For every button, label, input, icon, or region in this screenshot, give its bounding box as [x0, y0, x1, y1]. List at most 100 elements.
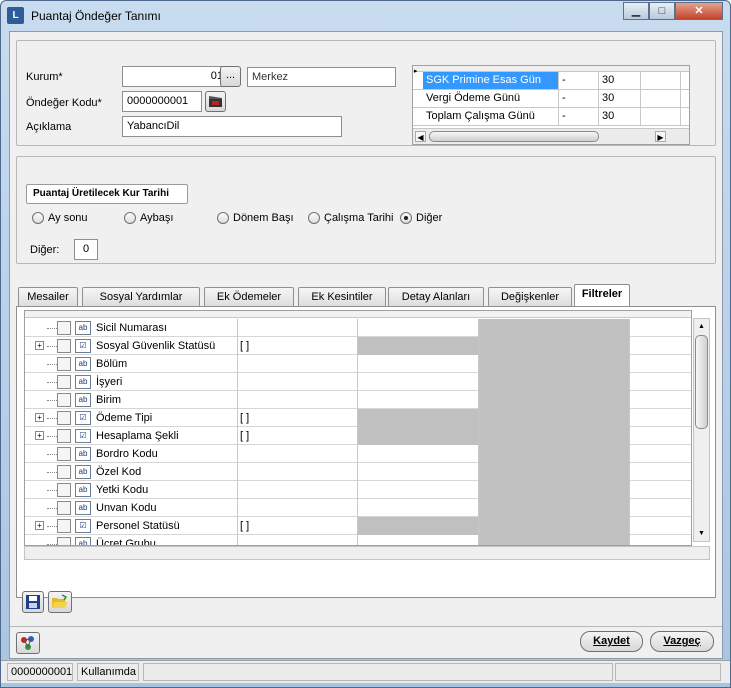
- filter-value-cell[interactable]: [237, 481, 358, 499]
- scroll-thumb[interactable]: [429, 131, 599, 142]
- filter-cell[interactable]: [479, 535, 630, 545]
- tab-mesailer[interactable]: Mesailer: [18, 287, 78, 307]
- save-icon-button[interactable]: [22, 591, 44, 613]
- filter-tree-hscroll[interactable]: [24, 546, 710, 560]
- filter-row[interactable]: ab Yetki Kodu: [25, 481, 691, 499]
- filter-row[interactable]: ab Unvan Kodu: [25, 499, 691, 517]
- filter-checkbox[interactable]: [57, 537, 71, 545]
- maximize-button[interactable]: □: [649, 2, 675, 20]
- days-grid-row[interactable]: SGK Primine Esas Gün -30: [413, 72, 689, 90]
- filter-checkbox[interactable]: [57, 519, 71, 533]
- filter-cell[interactable]: [358, 409, 479, 427]
- filter-value-cell[interactable]: [237, 391, 358, 409]
- filter-cell[interactable]: [630, 535, 691, 545]
- filter-row[interactable]: ab Bölüm: [25, 355, 691, 373]
- filter-cell[interactable]: [630, 445, 691, 463]
- tab-filtreler[interactable]: Filtreler: [574, 284, 630, 308]
- diger-input[interactable]: 0: [74, 239, 98, 260]
- days-row-value[interactable]: 30: [599, 90, 641, 107]
- filter-cell[interactable]: [630, 409, 691, 427]
- expand-plus-icon[interactable]: +: [35, 341, 44, 350]
- filter-checkbox[interactable]: [57, 429, 71, 443]
- filter-cell[interactable]: [479, 427, 630, 445]
- days-row-operator[interactable]: -: [559, 72, 599, 89]
- filter-row[interactable]: ab Sicil Numarası: [25, 319, 691, 337]
- radio-option[interactable]: Diğer: [400, 212, 442, 224]
- filter-row[interactable]: + ☑ Sosyal Güvenlik Statüsü [ ]: [25, 337, 691, 355]
- filter-cell[interactable]: [358, 517, 479, 535]
- filter-checkbox[interactable]: [57, 411, 71, 425]
- filter-row[interactable]: ab Birim: [25, 391, 691, 409]
- tab-ek-demeler[interactable]: Ek Ödemeler: [204, 287, 294, 307]
- filter-value-cell[interactable]: [237, 463, 358, 481]
- filter-row[interactable]: + ☑ Ödeme Tipi [ ]: [25, 409, 691, 427]
- kurum-code-input[interactable]: 01: [122, 66, 228, 87]
- filter-value-cell[interactable]: [ ]: [237, 409, 358, 427]
- filter-row[interactable]: + ☑ Hesaplama Şekli [ ]: [25, 427, 691, 445]
- radio-option[interactable]: Ay sonu: [32, 212, 88, 224]
- filter-row[interactable]: + ☑ Personel Statüsü [ ]: [25, 517, 691, 535]
- filter-cell[interactable]: [630, 517, 691, 535]
- filter-cell[interactable]: [358, 373, 479, 391]
- radio-option[interactable]: Çalışma Tarihi: [308, 212, 394, 224]
- filter-cell[interactable]: [358, 427, 479, 445]
- filter-value-cell[interactable]: [237, 355, 358, 373]
- days-row-operator[interactable]: -: [559, 90, 599, 107]
- save-button[interactable]: Kaydet: [580, 631, 643, 652]
- days-row-value[interactable]: 30: [599, 72, 641, 89]
- radio-dot-icon[interactable]: [308, 212, 320, 224]
- filter-value-cell[interactable]: [237, 499, 358, 517]
- filter-cell[interactable]: [479, 517, 630, 535]
- aciklama-input[interactable]: YabancıDil: [122, 116, 342, 137]
- radio-option[interactable]: Aybaşı: [124, 212, 173, 224]
- filter-checkbox[interactable]: [57, 339, 71, 353]
- filter-checkbox[interactable]: [57, 321, 71, 335]
- filter-cell[interactable]: [358, 337, 479, 355]
- filter-cell[interactable]: [479, 373, 630, 391]
- radio-dot-icon[interactable]: [400, 212, 412, 224]
- cancel-button[interactable]: Vazgeç: [650, 631, 714, 652]
- days-row-operator[interactable]: -: [559, 108, 599, 125]
- clapper-lookup-button[interactable]: [205, 91, 226, 112]
- filter-value-cell[interactable]: [237, 535, 358, 545]
- filter-cell[interactable]: [630, 427, 691, 445]
- filter-value-cell[interactable]: [ ]: [237, 427, 358, 445]
- expand-plus-icon[interactable]: +: [35, 431, 44, 440]
- days-row-name[interactable]: SGK Primine Esas Gün: [423, 72, 559, 89]
- filter-cell[interactable]: [630, 319, 691, 337]
- filter-value-cell[interactable]: [ ]: [237, 337, 358, 355]
- tab-de-i-kenler[interactable]: Değişkenler: [488, 287, 572, 307]
- days-grid-row[interactable]: Toplam Çalışma Günü -30: [413, 108, 689, 126]
- radio-option[interactable]: Dönem Başı: [217, 212, 294, 224]
- vscroll-thumb[interactable]: [695, 335, 708, 429]
- filter-checkbox[interactable]: [57, 375, 71, 389]
- days-row-name[interactable]: Vergi Ödeme Günü: [423, 90, 559, 107]
- radio-dot-icon[interactable]: [124, 212, 136, 224]
- filter-cell[interactable]: [479, 391, 630, 409]
- workflow-button[interactable]: [16, 632, 40, 654]
- filter-cell[interactable]: [358, 445, 479, 463]
- filter-cell[interactable]: [630, 481, 691, 499]
- days-grid-row[interactable]: Vergi Ödeme Günü -30: [413, 90, 689, 108]
- ondeger-code-input[interactable]: 0000000001: [122, 91, 202, 112]
- days-row-name[interactable]: Toplam Çalışma Günü: [423, 108, 559, 125]
- scroll-up-icon[interactable]: ▲: [696, 321, 707, 332]
- filter-checkbox[interactable]: [57, 393, 71, 407]
- filter-value-cell[interactable]: [237, 373, 358, 391]
- filter-cell[interactable]: [630, 373, 691, 391]
- filter-row[interactable]: ab Bordro Kodu: [25, 445, 691, 463]
- radio-dot-icon[interactable]: [32, 212, 44, 224]
- filter-cell[interactable]: [358, 481, 479, 499]
- filter-row[interactable]: ab Ücret Grubu: [25, 535, 691, 545]
- filter-cell[interactable]: [630, 355, 691, 373]
- filter-value-cell[interactable]: [ ]: [237, 517, 358, 535]
- radio-dot-icon[interactable]: [217, 212, 229, 224]
- filter-cell[interactable]: [479, 319, 630, 337]
- filter-cell[interactable]: [358, 355, 479, 373]
- days-row-value[interactable]: 30: [599, 108, 641, 125]
- close-button[interactable]: ✕: [675, 2, 723, 20]
- minimize-button[interactable]: ▁: [623, 2, 649, 20]
- filter-cell[interactable]: [358, 463, 479, 481]
- filter-cell[interactable]: [358, 319, 479, 337]
- days-grid-hscroll[interactable]: ◀ ▶: [413, 128, 689, 144]
